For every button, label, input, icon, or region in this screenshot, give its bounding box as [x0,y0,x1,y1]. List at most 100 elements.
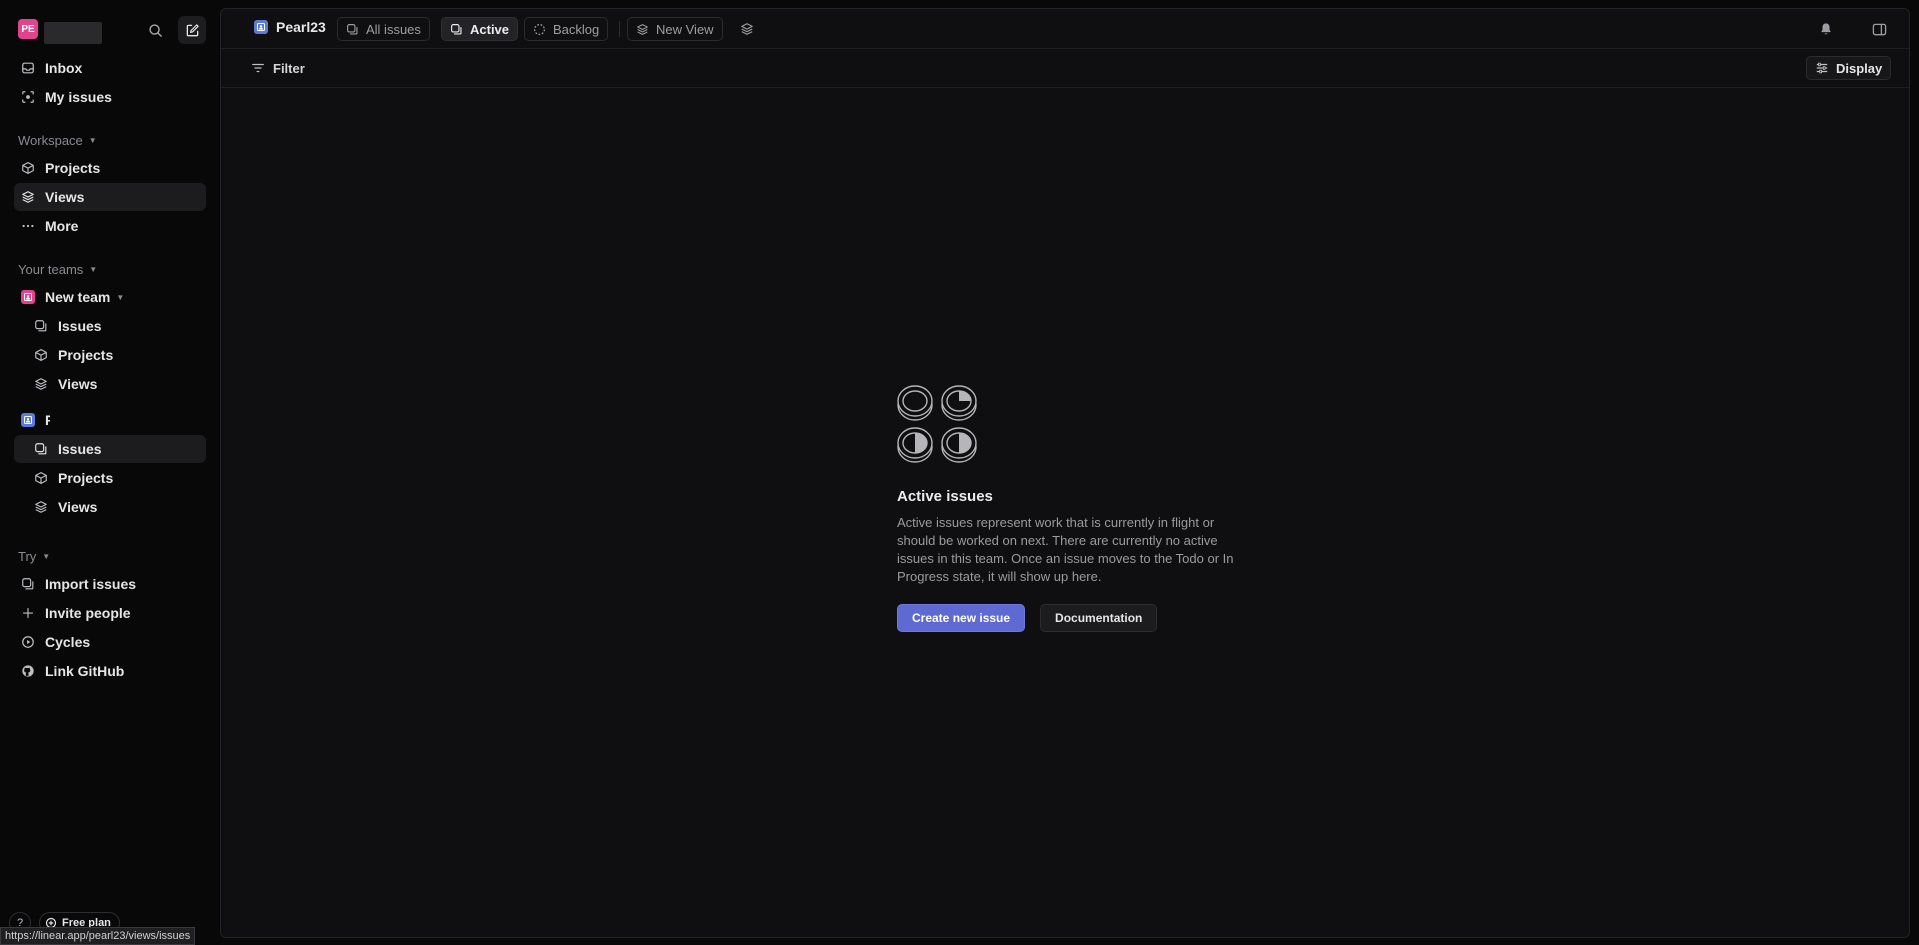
bell-icon [1821,23,1831,35]
tab-label: Backlog [553,21,600,37]
layers-icon [33,376,49,392]
team-new-team[interactable]: New team ▼ [14,283,206,311]
cube-icon [33,347,49,363]
issues-icon [345,22,359,36]
sidebar-item-label: Cycles [45,634,91,650]
layers-icon [20,189,36,205]
sidebar-item-label: More [45,218,79,234]
section-label: Workspace [18,133,83,148]
documentation-button[interactable]: Documentation [1040,604,1158,632]
breadcrumb-team-name: Pearl23 [276,19,326,35]
sliders-icon [1815,61,1829,75]
breadcrumb-team[interactable]: Pearl23 [254,19,326,35]
sidebar-item-invite-people[interactable]: Invite people [14,599,206,627]
caret-down-icon: ▼ [42,552,51,561]
cube-icon [20,160,36,176]
sidebar-item-link-github[interactable]: Link GitHub [14,657,206,685]
notifications-button[interactable] [1815,18,1837,40]
header-divider [619,21,620,37]
cube-icon [33,470,49,486]
team-name: New team [45,289,111,305]
team-icon-wrapper [20,289,36,305]
tab-backlog[interactable]: Backlog [524,17,609,41]
empty-state-title: Active issues [897,488,993,505]
display-label: Display [1836,60,1883,76]
sidebar-item-team1-views[interactable]: Views [14,370,206,398]
empty-state-illustration [897,385,977,463]
dashed-circle-icon [532,22,546,36]
workspace-avatar: PE [18,19,38,39]
sidebar-item-label: Views [58,376,98,392]
empty-state-description: Active issues represent work that is cur… [897,515,1234,584]
sidebar-item-label: Issues [58,318,102,334]
toggle-side-panel-button[interactable] [1868,18,1890,40]
section-label: Your teams [18,262,84,277]
cycles-icon [20,634,36,650]
search-icon [148,23,162,37]
issues-icon [33,441,49,457]
search-button[interactable] [141,16,169,44]
sidebar-item-label: Import issues [45,576,137,592]
filter-icon [251,61,265,75]
sidebar-item-label: Link GitHub [45,663,125,679]
filter-button[interactable]: Filter [251,57,305,79]
import-icon [20,576,36,592]
sidebar-item-team1-issues[interactable]: Issues [14,312,206,340]
view-options-button[interactable] [736,18,758,40]
sidebar-item-import-issues[interactable]: Import issues [14,570,206,598]
inbox-icon [20,60,36,76]
filter-label: Filter [273,60,305,76]
sidebar-panel-icon [1872,23,1886,35]
sidebar-item-more[interactable]: More [14,212,206,240]
view-header: Pearl23 All issues Active Backlog New Vi… [221,9,1909,49]
sidebar-item-label: Inbox [45,60,83,76]
team-icon [21,290,35,304]
new-issue-button[interactable] [178,16,206,44]
sidebar-item-label: Views [58,499,98,515]
plus-icon [20,605,36,621]
caret-down-icon: ▼ [89,265,98,274]
team-icon [21,413,35,427]
sidebar-item-team2-projects[interactable]: Projects [14,464,206,492]
tab-label: Active [470,21,510,37]
tab-active[interactable]: Active [441,17,519,41]
status-bar-url: https://linear.app/pearl23/views/issues [0,927,196,945]
sidebar-item-views[interactable]: Views [14,183,206,211]
sidebar-item-label: My issues [45,89,112,105]
sidebar-item-team2-issues[interactable]: Issues [14,435,206,463]
issues-icon [449,22,463,36]
teams-section-toggle[interactable]: Your teams ▼ [18,262,97,277]
my-issues-icon [20,89,36,105]
layers-icon [33,499,49,515]
github-icon [20,663,36,679]
sidebar-item-projects[interactable]: Projects [14,154,206,182]
sidebar-item-label: Issues [58,441,102,457]
tab-all-issues[interactable]: All issues [337,17,430,41]
sidebar-item-team2-views[interactable]: Views [14,493,206,521]
filter-bar: Filter Display [221,49,1909,88]
team-icon-wrapper [20,412,36,428]
display-button[interactable]: Display [1806,56,1892,80]
tab-new-view[interactable]: New View [627,17,723,41]
sidebar-item-team1-projects[interactable]: Projects [14,341,206,369]
try-section-toggle[interactable]: Try ▼ [18,549,50,564]
sidebar-item-cycles[interactable]: Cycles [14,628,206,656]
sidebar: PE P Inbox My issues Workspace▼ Projects… [0,0,219,945]
sidebar-item-label: Views [45,189,85,205]
issues-icon [33,318,49,334]
sidebar-item-my-issues[interactable]: My issues [14,83,206,111]
sidebar-item-inbox[interactable]: Inbox [14,54,206,82]
caret-down-icon: ▼ [116,292,125,302]
sidebar-item-label: Projects [45,160,101,176]
redacted-workspace-name [44,22,102,44]
empty-state-actions: Create new issue Documentation [897,604,1237,632]
sidebar-item-label: Projects [58,470,114,486]
workspace-section-toggle[interactable]: Workspace ▼ [18,133,97,148]
sidebar-item-label: Projects [58,347,114,363]
create-new-issue-button[interactable]: Create new issue [897,604,1026,632]
sidebar-item-label: Invite people [45,605,131,621]
caret-down-icon: ▼ [88,136,97,145]
layers-icon [741,23,753,35]
team-icon [254,20,268,34]
empty-state: Active issues Active issues represent wo… [897,383,1237,632]
